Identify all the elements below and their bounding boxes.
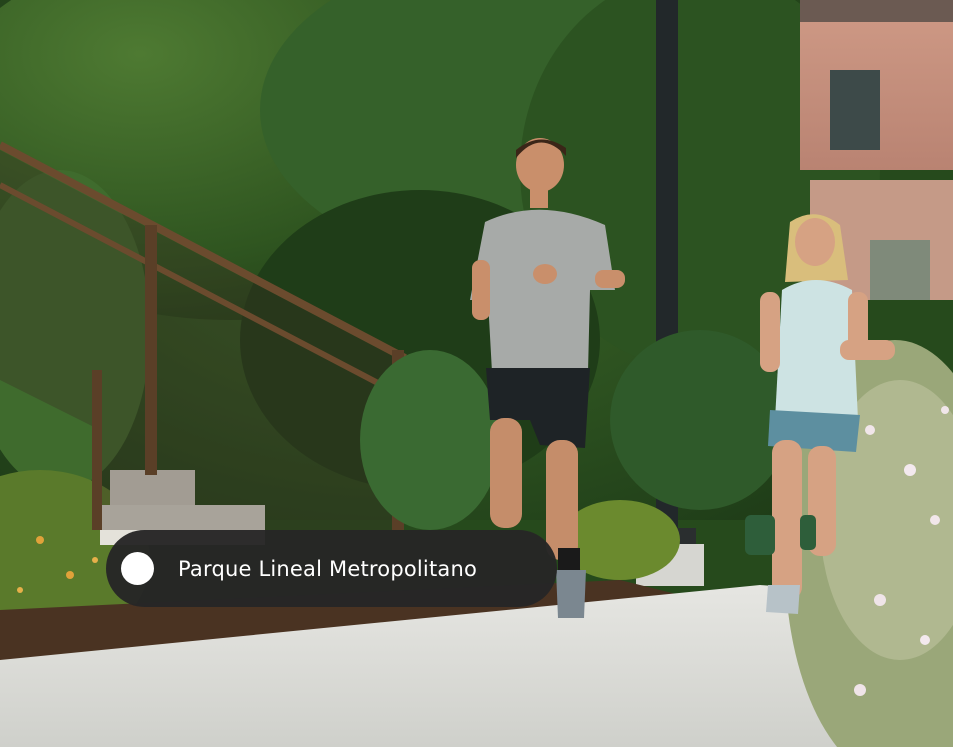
location-chip-label: Parque Lineal Metropolitano <box>178 556 478 581</box>
location-dot-icon <box>121 552 154 585</box>
park-photo-illustration <box>0 0 953 747</box>
park-photo <box>0 0 953 747</box>
location-chip[interactable]: Parque Lineal Metropolitano <box>106 530 557 607</box>
